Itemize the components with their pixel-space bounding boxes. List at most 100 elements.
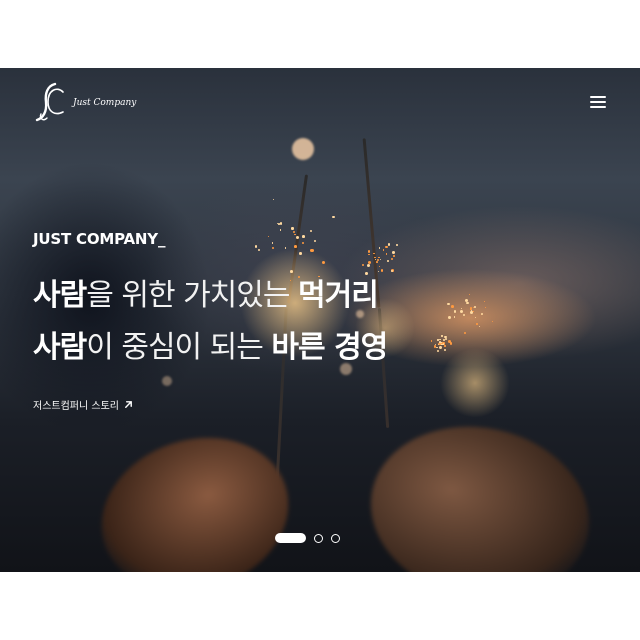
pagination-dot-1[interactable] — [275, 533, 306, 543]
headline-regular: 이 중심이 되는 — [86, 330, 272, 365]
spark-particle — [483, 300, 485, 303]
spark-particle — [284, 247, 287, 249]
hero-eyebrow: JUST COMPANY_ — [33, 230, 166, 248]
spark-particle — [393, 254, 395, 257]
spark-particle — [450, 305, 454, 308]
headline-strong: 사람 — [33, 330, 87, 365]
company-story-link[interactable]: 저스트컴퍼니 스토리 — [33, 397, 133, 412]
spark-particle — [375, 260, 378, 263]
spark-particle — [484, 306, 486, 308]
spark-particle — [279, 229, 282, 231]
spark-particle — [436, 347, 438, 349]
spark-particle — [481, 313, 484, 316]
spark-particle — [279, 222, 283, 226]
spark-particle — [466, 301, 469, 305]
right-hand — [354, 406, 606, 572]
spark-particle — [460, 309, 464, 313]
slider-pagination — [275, 533, 340, 543]
spark-particle — [379, 258, 381, 260]
spark-particle — [462, 313, 466, 316]
spark-particle — [373, 252, 375, 254]
spark-particle — [332, 215, 335, 219]
spark-particle — [302, 235, 305, 238]
spark-particle — [449, 342, 453, 345]
spark-particle — [382, 249, 385, 251]
spark-particle — [378, 247, 381, 249]
spark-particle — [268, 235, 270, 237]
bokeh-light — [162, 376, 172, 386]
spark-particle — [438, 345, 442, 349]
spark-particle — [395, 244, 398, 247]
spark-particle — [293, 245, 297, 248]
bokeh-light — [292, 138, 314, 160]
brand-name: Just Company — [73, 98, 137, 108]
spark-particle — [391, 251, 395, 255]
headline-regular: 을 위한 가치있는 — [86, 278, 299, 313]
spark-particle — [436, 349, 439, 352]
spark-particle — [453, 315, 456, 318]
spark-particle — [442, 338, 445, 341]
jc-monogram-icon — [35, 82, 64, 122]
spark-particle — [430, 340, 432, 342]
pagination-dot-2[interactable] — [314, 533, 323, 543]
spark-particle — [254, 245, 257, 248]
spark-particle — [468, 293, 471, 296]
spark-particle — [385, 245, 388, 248]
spark-particle — [475, 317, 477, 319]
spark-particle — [447, 316, 451, 320]
spark-particle — [443, 344, 447, 348]
spark-particle — [378, 265, 381, 268]
headline-strong: 사람 — [33, 278, 87, 313]
spark-particle — [470, 310, 474, 314]
spark-particle — [474, 305, 476, 308]
spark-particle — [361, 263, 364, 266]
spark-particle — [376, 258, 379, 261]
spark-particle — [463, 332, 467, 335]
spark-particle — [443, 348, 447, 352]
spark-particle — [321, 260, 325, 264]
spark-particle — [387, 260, 390, 263]
spark-particle — [293, 233, 296, 236]
pagination-dot-3[interactable] — [331, 533, 340, 543]
hero-slider — [0, 68, 640, 572]
headline-strong: 먹거리 — [298, 278, 379, 313]
spark-particle — [492, 320, 494, 322]
spark-particle — [292, 230, 296, 234]
spark-particle — [447, 302, 450, 306]
spark-particle — [309, 229, 312, 232]
spark-particle — [478, 325, 481, 328]
spark-particle — [366, 264, 370, 268]
hamburger-menu-icon[interactable] — [590, 96, 606, 109]
spark-particle — [302, 242, 305, 245]
hero-headline-line2: 사람이 중심이 되는 바른 경영 — [33, 322, 388, 366]
spark-particle — [445, 337, 447, 340]
spark-particle — [310, 248, 314, 252]
brand-logo[interactable]: Just Company — [33, 80, 136, 124]
headline-strong: 바른 경영 — [271, 330, 388, 365]
spark-particle — [380, 269, 383, 272]
spark-particle — [390, 258, 393, 260]
spark-particle — [272, 198, 275, 201]
spark-particle — [390, 269, 393, 273]
spark-particle — [476, 323, 478, 325]
spark-particle — [385, 253, 388, 255]
arrow-up-right-icon — [125, 401, 132, 408]
hero-headline-line1: 사람을 위한 가치있는 먹거리 — [33, 270, 379, 314]
spark-particle — [377, 270, 380, 272]
spark-particle — [368, 253, 370, 255]
spark-particle — [313, 239, 317, 243]
spark-particle — [387, 243, 390, 246]
spark-particle — [271, 246, 275, 250]
sparkler-glow — [440, 348, 510, 418]
spark-particle — [299, 252, 302, 255]
spark-particle — [439, 338, 441, 340]
left-hand — [81, 414, 309, 572]
spark-particle — [378, 256, 380, 258]
spark-particle — [257, 249, 260, 252]
spark-particle — [272, 242, 274, 244]
spark-particle — [453, 310, 457, 313]
spark-particle — [367, 250, 370, 253]
spark-particle — [291, 227, 294, 230]
spark-particle — [436, 339, 439, 342]
company-story-label: 저스트컴퍼니 스토리 — [33, 401, 119, 412]
